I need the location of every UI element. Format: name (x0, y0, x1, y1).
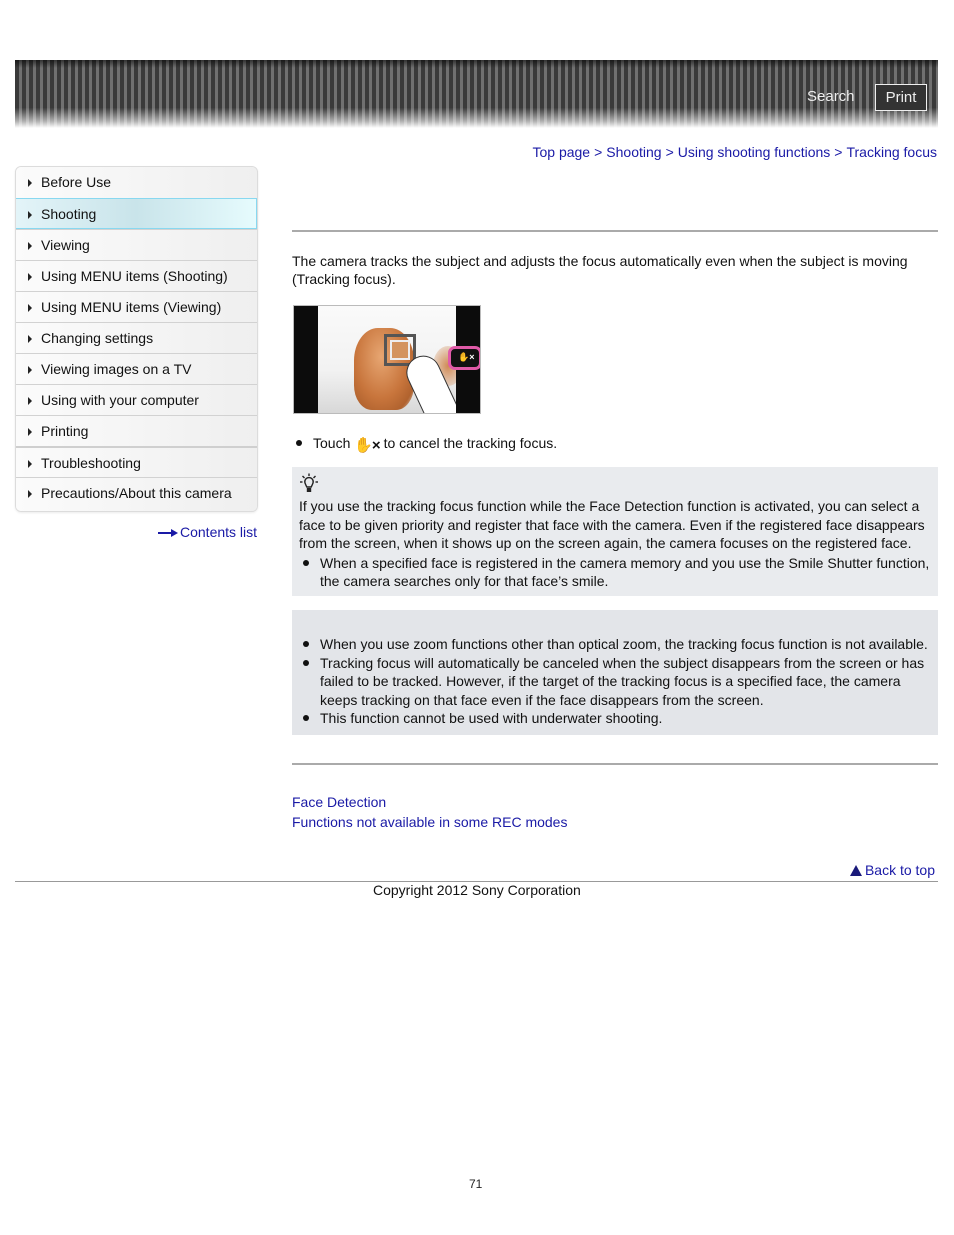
sidebar-item-changing-settings[interactable]: Changing settings (16, 322, 257, 353)
sidebar-item-menu-viewing[interactable]: Using MENU items (Viewing) (16, 291, 257, 322)
sidebar-nav: Before Use Shooting Viewing Using MENU i… (15, 166, 258, 512)
breadcrumb-shooting[interactable]: Shooting (606, 144, 661, 160)
breadcrumb-separator: > (834, 144, 843, 160)
intro-paragraph: The camera tracks the subject and adjust… (292, 253, 908, 287)
sidebar-item-label: Viewing images on a TV (41, 361, 192, 377)
print-button[interactable]: Print (875, 84, 927, 111)
title-divider (292, 230, 938, 232)
lightbulb-icon (299, 473, 319, 495)
related-link-functions-not-available[interactable]: Functions not available in some REC mode… (292, 814, 567, 830)
hint-box: If you use the tracking focus function w… (292, 467, 938, 596)
list-item: When a specified face is registered in t… (299, 554, 930, 591)
caret-right-icon (28, 211, 32, 219)
sidebar-item-viewing[interactable]: Viewing (16, 229, 257, 260)
list-item: This function cannot be used with underw… (299, 709, 930, 728)
caret-right-icon (28, 273, 32, 281)
site-header: Search Print (15, 60, 938, 128)
cancel-tracking-icon: ✋× (448, 346, 480, 370)
sidebar-item-before-use[interactable]: Before Use (16, 167, 257, 198)
breadcrumb-separator: > (594, 144, 603, 160)
sidebar-item-label: Changing settings (41, 330, 154, 346)
caret-right-icon (28, 242, 32, 250)
sidebar-item-label: Troubleshooting (41, 455, 141, 471)
copyright: Copyright 2012 Sony Corporation (373, 882, 581, 898)
sidebar-item-label: Using MENU items (Viewing) (41, 299, 222, 315)
touch-instruction: Touch ✋× to cancel the tracking focus. (292, 434, 932, 456)
page-number: 71 (469, 1177, 483, 1191)
sidebar-item-precautions[interactable]: Precautions/About this camera (16, 477, 257, 511)
tracking-focus-illustration: ✋× (293, 305, 481, 414)
sidebar-item-menu-shooting[interactable]: Using MENU items (Shooting) (16, 260, 257, 291)
sidebar-item-label: Using with your computer (41, 392, 199, 408)
caret-right-icon (28, 460, 32, 468)
sidebar-item-printing[interactable]: Printing (16, 415, 257, 446)
breadcrumb-using-shooting-functions[interactable]: Using shooting functions (678, 144, 831, 160)
sidebar-item-using-with-computer[interactable]: Using with your computer (16, 384, 257, 415)
camera-scene (318, 306, 463, 413)
touch-cancel-icon: ✋× (354, 437, 380, 454)
list-item: Touch ✋× to cancel the tracking focus. (292, 434, 932, 456)
screen-bezel-left (294, 306, 318, 413)
notes-bullets: When you use zoom functions other than o… (299, 635, 930, 728)
hint-text: If you use the tracking focus function w… (299, 498, 925, 551)
breadcrumb-separator: > (665, 144, 674, 160)
sidebar-item-label: Viewing (41, 237, 90, 253)
list-item: Tracking focus will automatically be can… (299, 654, 930, 710)
caret-right-icon (28, 179, 32, 187)
hint-bullets: When a specified face is registered in t… (299, 554, 930, 591)
breadcrumb: Top page > Shooting > Using shooting functio… (532, 144, 937, 160)
sidebar-item-label: Using MENU items (Shooting) (41, 268, 228, 284)
contents-list-label: Contents list (180, 524, 258, 540)
sidebar-item-label: Shooting (41, 206, 97, 222)
sidebar-item-label: Precautions/About this camera (41, 485, 232, 501)
caret-right-icon (28, 490, 32, 498)
sidebar-item-label: Before Use (41, 174, 112, 190)
caret-right-icon (28, 304, 32, 312)
contents-list-link[interactable]: Contents list (158, 524, 257, 540)
sidebar-item-shooting[interactable]: Shooting (16, 198, 257, 229)
caret-right-icon (28, 366, 32, 374)
breadcrumb-top-page[interactable]: Top page (532, 144, 590, 160)
sidebar-item-label: Printing (41, 423, 89, 439)
caret-right-icon (28, 335, 32, 343)
sidebar-item-viewing-on-tv[interactable]: Viewing images on a TV (16, 353, 257, 384)
back-to-top-link[interactable]: Back to top (849, 862, 935, 878)
caret-right-icon (28, 428, 32, 436)
arrow-right-icon (158, 529, 178, 538)
search-link[interactable]: Search (807, 88, 855, 105)
sidebar-item-troubleshooting[interactable]: Troubleshooting (16, 446, 257, 477)
notes-box: When you use zoom functions other than o… (292, 610, 938, 735)
related-divider (292, 763, 938, 765)
focus-frame-inner (390, 340, 410, 360)
breadcrumb-tracking-focus[interactable]: Tracking focus (846, 144, 937, 160)
triangle-up-icon (849, 865, 862, 876)
caret-right-icon (28, 397, 32, 405)
list-item: When you use zoom functions other than o… (299, 635, 930, 654)
related-link-face-detection[interactable]: Face Detection (292, 794, 386, 810)
